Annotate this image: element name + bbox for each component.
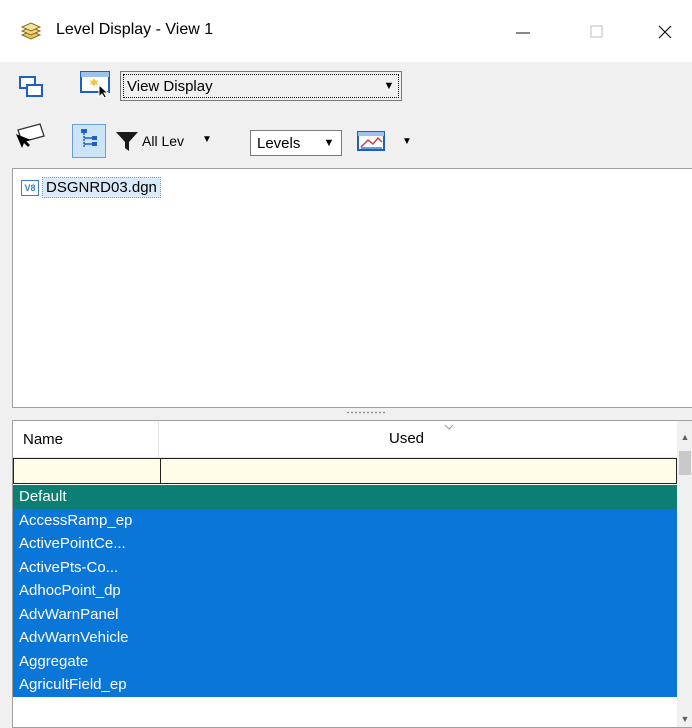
window-title: Level Display - View 1	[56, 21, 214, 38]
v8-file-icon: V8	[21, 179, 39, 196]
open-windows-button[interactable]	[16, 74, 48, 104]
level-display-window: Level Display - View 1 View Display ▼ Al…	[0, 0, 692, 728]
mode-select-value: View Display	[127, 77, 213, 95]
column-header-used[interactable]: Used	[159, 421, 677, 457]
list-item[interactable]: ActivePts-Co...	[13, 555, 677, 579]
levels-select-value: Levels	[257, 134, 301, 152]
list-item[interactable]: AdhocPoint_dp	[13, 579, 677, 603]
chevron-down-icon: ▼	[323, 137, 335, 149]
title-bar[interactable]: Level Display - View 1	[0, 0, 692, 62]
list-item[interactable]: AccessRamp_ep	[13, 508, 677, 532]
toolbar-primary: View Display ▼	[0, 64, 692, 110]
funnel-filter-icon	[114, 128, 140, 158]
tree-item-file[interactable]: V8 DSGNRD03.dgn	[21, 177, 161, 198]
list-item[interactable]: AdvWarnPanel	[13, 602, 677, 626]
chevron-down-icon: ▼	[202, 134, 212, 145]
new-view-sparkle-icon	[79, 68, 113, 102]
maximize-button[interactable]	[568, 10, 626, 54]
levels-stack-icon	[20, 22, 42, 42]
list-item[interactable]: AgricultField_ep	[13, 673, 677, 697]
sort-chevron-icon	[444, 423, 454, 434]
list-item[interactable]: ActivePointCe...	[13, 532, 677, 556]
levels-select[interactable]: Levels ▼	[250, 130, 342, 156]
toolbar-secondary: All Lev ▼ Levels ▼ ▼	[0, 118, 692, 164]
used-filter-input[interactable]	[161, 459, 676, 483]
splitter-grip	[346, 411, 386, 414]
level-rows: Default AccessRamp_ep ActivePointCe... A…	[13, 485, 677, 697]
panel-splitter[interactable]	[12, 408, 692, 420]
list-header: Name Used	[13, 421, 677, 458]
chevron-down-icon: ▼	[402, 136, 412, 147]
filter-row	[13, 458, 677, 484]
scroll-down-icon[interactable]: ▼	[677, 711, 692, 727]
tree-list-icon	[78, 127, 100, 155]
column-name-label: Name	[23, 430, 64, 448]
scroll-thumb[interactable]	[679, 451, 691, 475]
column-header-name[interactable]: Name	[13, 421, 159, 457]
scroll-up-icon[interactable]: ▲	[677, 429, 692, 445]
level-list: Name Used Default AccessRamp_ep ActivePo…	[12, 420, 692, 728]
new-window-button[interactable]	[80, 70, 112, 100]
level-filter-dropdown[interactable]: All Lev ▼	[112, 126, 222, 156]
level-symbology-button[interactable]	[14, 122, 46, 156]
filter-label: All Lev	[142, 133, 185, 149]
list-item[interactable]: Default	[13, 485, 677, 509]
pointer-tag-icon	[14, 122, 46, 156]
chevron-down-icon: ▼	[383, 80, 395, 92]
display-options-dropdown[interactable]: ▼	[354, 126, 420, 156]
mode-select[interactable]: View Display ▼	[120, 71, 402, 101]
vertical-scrollbar[interactable]: ▲ ▼	[677, 421, 692, 727]
list-item[interactable]: AdvWarnVehicle	[13, 626, 677, 650]
cascade-windows-icon	[18, 74, 46, 104]
tree-view-toggle-button[interactable]	[72, 124, 106, 158]
image-preview-icon	[356, 130, 388, 158]
minimize-button[interactable]	[494, 10, 552, 54]
file-tree: V8 DSGNRD03.dgn	[12, 168, 692, 408]
tree-item-label: DSGNRD03.dgn	[42, 177, 161, 198]
column-used-label: Used	[389, 430, 425, 447]
close-button[interactable]	[636, 10, 692, 54]
list-item[interactable]: Aggregate	[13, 649, 677, 673]
name-filter-input[interactable]	[14, 459, 161, 483]
